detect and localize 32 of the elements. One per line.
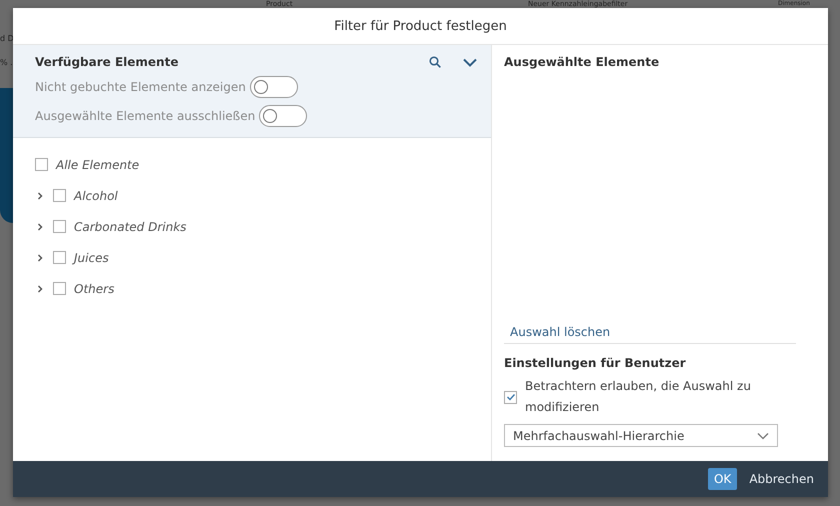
chevron-down-icon[interactable] (463, 58, 477, 66)
chevron-right-icon[interactable] (35, 284, 45, 294)
mode-dropdown[interactable]: Mehrfachauswahl-Hierarchie (504, 424, 778, 447)
background-text: d D (0, 34, 14, 43)
tree-item[interactable]: Alle Elemente (56, 158, 140, 172)
checkbox[interactable] (53, 282, 66, 295)
toggle-label: Nicht gebuchte Elemente anzeigen (35, 80, 246, 94)
toggle-switch[interactable] (250, 76, 298, 98)
tree-item[interactable]: Carbonated Drinks (74, 220, 186, 234)
chevron-right-icon[interactable] (35, 252, 45, 262)
checkbox[interactable] (35, 158, 48, 171)
toggle-label: Ausgewählte Elemente ausschließen (35, 109, 256, 123)
chevron-right-icon[interactable] (35, 190, 45, 200)
section-heading: Verfügbare Elemente (35, 55, 178, 69)
checkbox[interactable] (53, 220, 66, 233)
section-heading: Ausgewählte Elemente (504, 55, 660, 69)
chevron-right-icon[interactable] (35, 222, 45, 232)
tree-item[interactable]: Juices (74, 250, 109, 264)
checkbox[interactable] (53, 189, 66, 202)
cancel-button[interactable]: Abbrechen (743, 468, 820, 490)
dialog-title: Filter für Product festlegen (334, 18, 507, 34)
chevron-down-icon (757, 432, 769, 440)
checkbox[interactable] (53, 251, 66, 264)
tree-item[interactable]: Alcohol (74, 188, 118, 202)
checkbox[interactable] (504, 390, 517, 404)
tree-item[interactable]: Others (74, 282, 114, 296)
toggle-switch[interactable] (259, 105, 308, 127)
clear-selection-link[interactable]: Auswahl löschen (504, 325, 796, 344)
background-text: % . (0, 58, 13, 67)
section-heading: Einstellungen für Benutzer (504, 356, 687, 370)
checkbox-label: Betrachtern erlauben, die Auswahl zu modifizieren (525, 378, 752, 416)
search-icon[interactable] (429, 56, 441, 68)
